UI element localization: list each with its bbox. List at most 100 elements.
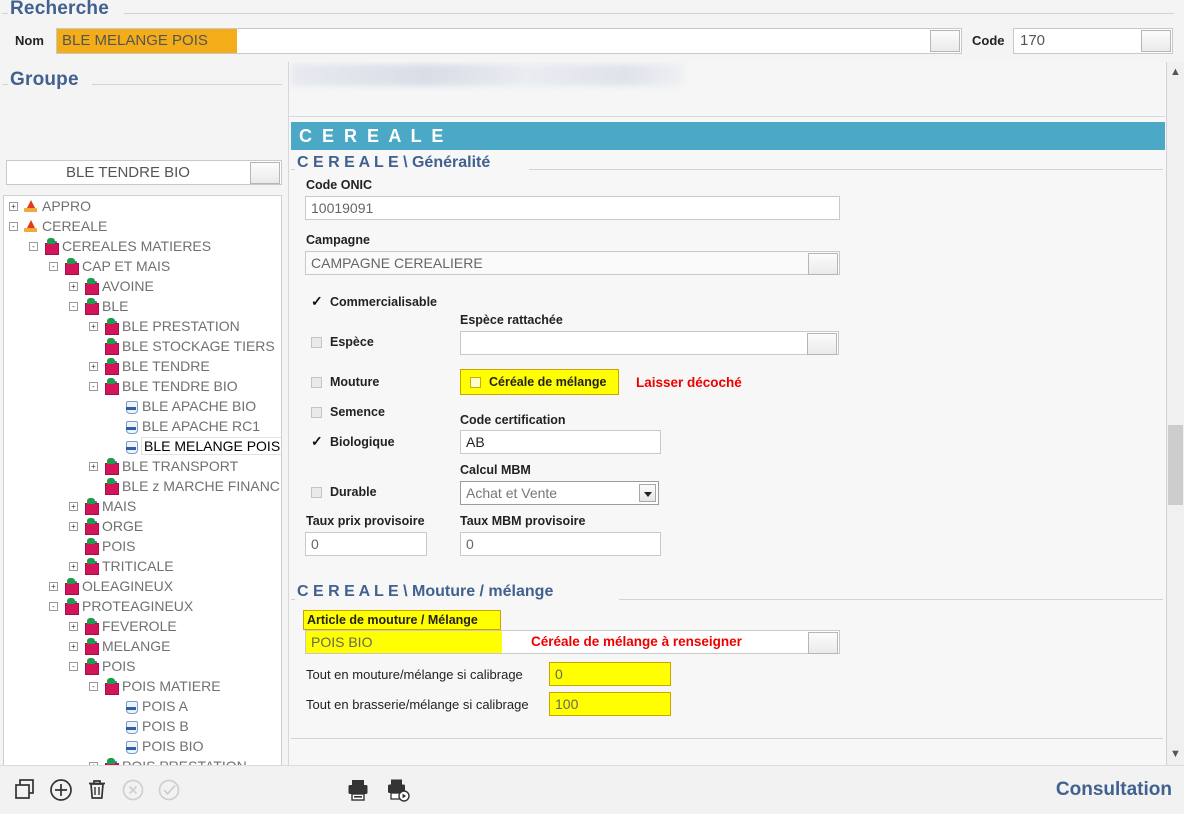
tree-node-label: BLE z MARCHE FINANCI <box>122 478 282 494</box>
tree-node-label: ORGE <box>102 518 143 534</box>
package-icon <box>83 278 99 294</box>
campagne-lookup-button[interactable] <box>808 253 838 275</box>
expand-icon[interactable]: + <box>69 522 78 531</box>
expand-icon[interactable]: + <box>69 622 78 631</box>
tree-node-label: CEREALES MATIERES <box>62 238 211 254</box>
article-mouture-input[interactable]: POIS BIO Céréale de mélange à renseigner <box>305 630 840 654</box>
jar-icon <box>123 738 139 754</box>
taux-mbm-input[interactable]: 0 <box>460 532 661 556</box>
package-icon <box>43 238 59 254</box>
tree-node[interactable]: BLE z MARCHE FINANCI <box>4 476 281 496</box>
print-icon[interactable] <box>345 777 371 803</box>
tree-node[interactable]: -CEREALE <box>4 216 281 236</box>
tree-node[interactable]: - PROTEAGINEUX <box>4 596 281 616</box>
groupe-selector[interactable]: BLE TENDRE BIO <box>6 160 282 185</box>
code-lookup-button[interactable] <box>1141 30 1171 52</box>
tree-node[interactable]: -BLE <box>4 296 281 316</box>
vscroll-thumb[interactable] <box>1168 425 1183 505</box>
espece-rattachee-lookup-button[interactable] <box>807 333 837 355</box>
tree-node[interactable]: -CAP ET MAIS <box>4 256 281 276</box>
expand-icon[interactable]: + <box>69 282 78 291</box>
code-onic-input[interactable]: 10019091 <box>305 196 840 220</box>
taux-prix-label: Taux prix provisoire <box>306 514 425 528</box>
groupe-lookup-button[interactable] <box>250 162 280 184</box>
delete-icon[interactable] <box>84 777 110 803</box>
print-preview-icon[interactable] <box>385 777 411 803</box>
tree-node[interactable]: +FEVEROLE <box>4 616 281 636</box>
duplicate-icon[interactable] <box>12 777 38 803</box>
tree-node[interactable]: BLE STOCKAGE TIERS <box>4 336 281 356</box>
expand-icon[interactable]: + <box>89 362 98 371</box>
tree-node[interactable]: +BLE TENDRE <box>4 356 281 376</box>
jar-icon <box>123 698 139 714</box>
tree-node[interactable]: - CEREALES MATIERES <box>4 236 281 256</box>
calcul-mbm-label: Calcul MBM <box>460 463 531 477</box>
scroll-up-icon[interactable]: ▲ <box>1167 64 1184 81</box>
tree-node[interactable]: POIS <box>4 536 281 556</box>
collapse-icon[interactable]: - <box>49 602 58 611</box>
collapse-icon[interactable]: - <box>29 242 38 251</box>
expand-icon[interactable]: + <box>69 562 78 571</box>
tree-node[interactable]: + ORGE <box>4 516 281 536</box>
tree-node[interactable]: -POIS <box>4 656 281 676</box>
tree-node-label: POIS <box>102 538 135 554</box>
package-icon <box>103 378 119 394</box>
expand-icon[interactable]: + <box>49 582 58 591</box>
main-vertical-scrollbar[interactable]: ▲ ▼ <box>1166 62 1184 765</box>
collapse-icon[interactable]: - <box>9 222 18 231</box>
tree-node[interactable]: BLE APACHE BIO <box>4 396 281 416</box>
nom-lookup-button[interactable] <box>930 30 960 52</box>
legend-rule-right <box>124 13 1174 14</box>
collapse-icon[interactable]: - <box>69 302 78 311</box>
tree-node-label: PROTEAGINEUX <box>82 598 193 614</box>
tree-node-label: BLE APACHE RC1 <box>142 418 260 434</box>
checkbox-checked-icon: ✓ <box>311 433 323 450</box>
tree-node[interactable]: +AVOINE <box>4 276 281 296</box>
expand-icon[interactable]: + <box>69 502 78 511</box>
collapse-icon[interactable]: - <box>69 662 78 671</box>
groupe-tree[interactable]: +APPRO-CEREALE-CEREALES MATIERES-CAP ET … <box>3 195 282 798</box>
tree-node[interactable]: BLE APACHE RC1 <box>4 416 281 436</box>
tree-node[interactable]: POIS BIO <box>4 736 281 756</box>
code-input[interactable]: 170 <box>1013 28 1173 54</box>
article-mouture-lookup-button[interactable] <box>808 632 838 654</box>
tree-node[interactable]: -POIS MATIERE <box>4 676 281 696</box>
scroll-down-icon[interactable]: ▼ <box>1167 746 1184 763</box>
tree-node[interactable]: +BLE PRESTATION <box>4 316 281 336</box>
tree-node[interactable]: POIS B <box>4 716 281 736</box>
chevron-down-icon[interactable] <box>639 484 656 502</box>
tree-node[interactable]: +MAIS <box>4 496 281 516</box>
expand-icon[interactable]: + <box>69 642 78 651</box>
tout-brasserie-input[interactable]: 100 <box>549 692 671 716</box>
taux-prix-input[interactable]: 0 <box>305 532 427 556</box>
note-laisser-decoche: Laisser décoché <box>636 375 742 390</box>
expand-icon[interactable]: + <box>89 322 98 331</box>
tout-brasserie-label: Tout en brasserie/mélange si calibrage <box>306 697 529 712</box>
tree-node[interactable]: +APPRO <box>4 196 281 216</box>
add-icon[interactable] <box>48 777 74 803</box>
calcul-mbm-select[interactable]: Achat et Vente <box>460 481 659 505</box>
tree-node[interactable]: +TRITICALE <box>4 556 281 576</box>
campagne-input[interactable]: CAMPAGNE CEREALIERE <box>305 251 840 275</box>
tree-node[interactable]: +MELANGE <box>4 636 281 656</box>
tree-node-label: BLE APACHE BIO <box>142 398 256 414</box>
search-legend: Recherche <box>10 0 109 20</box>
section-mouture-title: C E R E A L E \ Mouture / mélange <box>297 583 553 601</box>
tree-node[interactable]: BLE MELANGE POIS <box>4 436 281 456</box>
expand-icon[interactable]: + <box>9 202 18 211</box>
collapse-icon[interactable]: - <box>89 382 98 391</box>
espece-rattachee-input[interactable] <box>460 331 839 355</box>
collapse-icon[interactable]: - <box>89 682 98 691</box>
nom-input[interactable]: BLE MELANGE POIS <box>56 28 962 54</box>
collapse-icon[interactable]: - <box>49 262 58 271</box>
tout-mouture-input[interactable]: 0 <box>549 662 671 686</box>
form-banner: C E R E A L E <box>291 122 1165 150</box>
expand-icon[interactable]: + <box>89 462 98 471</box>
groupe-panel: Groupe BLE TENDRE BIO +APPRO-CEREALE-CER… <box>0 62 288 765</box>
code-certification-input[interactable]: AB <box>460 430 661 454</box>
calcul-mbm-value: Achat et Vente <box>466 485 557 501</box>
tree-node[interactable]: +OLEAGINEUX <box>4 576 281 596</box>
tree-node[interactable]: POIS A <box>4 696 281 716</box>
tree-node[interactable]: -BLE TENDRE BIO <box>4 376 281 396</box>
tree-node[interactable]: +BLE TRANSPORT <box>4 456 281 476</box>
